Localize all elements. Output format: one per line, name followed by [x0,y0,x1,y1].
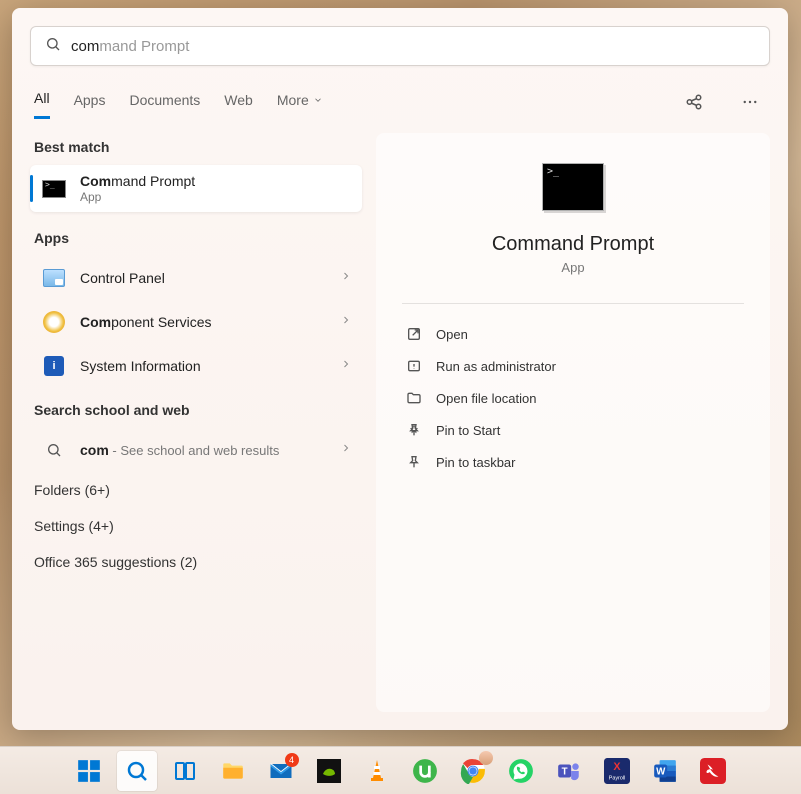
command-prompt-icon [40,175,68,203]
pin-icon [406,422,422,438]
search-icon [45,36,71,57]
task-view-button[interactable] [165,751,205,791]
tab-web[interactable]: Web [224,86,253,118]
svg-text:W: W [656,766,666,777]
whatsapp-icon [508,758,534,784]
result-title: Command Prompt [80,173,352,189]
search-icon [40,436,68,464]
result-system-information[interactable]: i System Information [30,344,362,388]
payroll-icon: X Payroll [604,758,630,784]
pin-icon [406,454,422,470]
teams-icon: T [556,758,582,784]
filter-tabs: All Apps Documents Web More [34,84,766,119]
share-across-devices-button[interactable] [678,86,710,118]
search-typed-text: com [71,38,99,55]
result-web-search[interactable]: com - See school and web results [30,428,362,472]
tab-all[interactable]: All [34,84,50,119]
mail-button[interactable]: 4 [261,751,301,791]
result-command-prompt[interactable]: Command Prompt App [30,165,362,212]
taskbar-search-button[interactable] [117,751,157,791]
action-label: Open file location [436,391,536,406]
utorrent-button[interactable] [405,751,445,791]
result-subtitle: App [80,190,352,204]
open-icon [406,326,422,342]
start-search-panel: command Prompt All Apps Documents Web Mo… [12,8,788,730]
svg-text:X: X [613,760,621,772]
action-pin-start[interactable]: Pin to Start [402,414,744,446]
shield-icon [406,358,422,374]
mail-badge: 4 [285,753,299,767]
folder-icon [220,758,246,784]
nvidia-button[interactable] [309,751,349,791]
tab-more-label: More [277,92,309,108]
section-search-web: Search school and web [30,396,362,428]
action-list: Open Run as administrator Open file loca… [402,318,744,478]
utorrent-icon [412,758,438,784]
section-best-match: Best match [30,133,362,165]
divider [402,303,744,304]
detail-title: Command Prompt [492,233,654,256]
windows-icon [76,758,102,784]
tab-more[interactable]: More [277,86,323,118]
word-button[interactable]: W [645,751,685,791]
result-title: Control Panel [80,270,328,286]
chevron-right-icon [340,357,352,375]
result-component-services[interactable]: Component Services [30,300,362,344]
command-prompt-large-icon [542,163,604,211]
vlc-button[interactable] [357,751,397,791]
action-label: Pin to Start [436,423,500,438]
chevron-right-icon [340,313,352,331]
action-label: Pin to taskbar [436,455,516,470]
system-information-icon: i [40,352,68,380]
action-pin-taskbar[interactable]: Pin to taskbar [402,446,744,478]
detail-pane: Command Prompt App Open Run as administr… [376,133,770,712]
start-button[interactable] [69,751,109,791]
result-title: System Information [80,358,328,374]
search-input[interactable]: command Prompt [71,38,755,55]
chevron-right-icon [340,269,352,287]
action-open-file-location[interactable]: Open file location [402,382,744,414]
detail-subtitle: App [561,260,584,275]
acrobat-button[interactable] [693,751,733,791]
search-autocomplete-text: mand Prompt [99,38,189,55]
section-settings[interactable]: Settings (4+) [30,508,362,544]
result-title: com - See school and web results [80,442,328,458]
payroll-app-button[interactable]: X Payroll [597,751,637,791]
search-box[interactable]: command Prompt [30,26,770,66]
tab-documents[interactable]: Documents [129,86,200,118]
section-office-suggestions[interactable]: Office 365 suggestions (2) [30,544,362,580]
result-title: Component Services [80,314,328,330]
action-open[interactable]: Open [402,318,744,350]
chrome-button[interactable] [453,751,493,791]
folder-icon [406,390,422,406]
chevron-down-icon [313,95,323,105]
pdf-icon [700,758,726,784]
component-services-icon [40,308,68,336]
whatsapp-button[interactable] [501,751,541,791]
tab-apps[interactable]: Apps [74,86,106,118]
svg-text:T: T [561,766,567,777]
file-explorer-button[interactable] [213,751,253,791]
chrome-profile-avatar [479,751,493,765]
task-view-icon [173,759,197,783]
nvidia-icon [317,759,341,783]
teams-button[interactable]: T [549,751,589,791]
action-label: Open [436,327,468,342]
results-column: Best match Command Prompt App Apps Contr… [30,133,362,712]
vlc-cone-icon [365,758,389,784]
action-label: Run as administrator [436,359,556,374]
control-panel-icon [40,264,68,292]
more-options-button[interactable] [734,86,766,118]
svg-text:Payroll: Payroll [608,775,625,781]
section-folders[interactable]: Folders (6+) [30,472,362,508]
chevron-right-icon [340,441,352,459]
section-apps: Apps [30,224,362,256]
word-icon: W [652,758,678,784]
taskbar: 4 T X Payroll W [0,746,801,794]
result-control-panel[interactable]: Control Panel [30,256,362,300]
search-icon [125,759,149,783]
action-run-admin[interactable]: Run as administrator [402,350,744,382]
